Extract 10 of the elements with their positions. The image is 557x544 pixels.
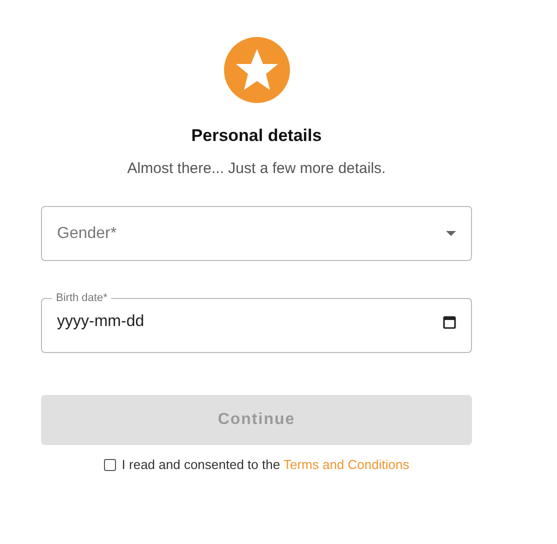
gender-select[interactable]: Gender* bbox=[41, 206, 472, 261]
consent-checkbox[interactable] bbox=[104, 458, 116, 471]
page-title: Personal details bbox=[191, 125, 322, 147]
calendar-icon[interactable] bbox=[443, 315, 456, 329]
terms-link[interactable]: Terms and Conditions bbox=[283, 457, 410, 472]
field-label: Birth date* bbox=[55, 291, 108, 305]
consent-text: I read and consented to the Terms and Conditions bbox=[122, 456, 410, 474]
birth-date-field[interactable]: Birth date* yyyy-mm-dd bbox=[41, 291, 472, 353]
dropdown-caret-icon bbox=[446, 231, 456, 236]
page-subtitle: Almost there... Just a few more details. bbox=[127, 158, 386, 178]
